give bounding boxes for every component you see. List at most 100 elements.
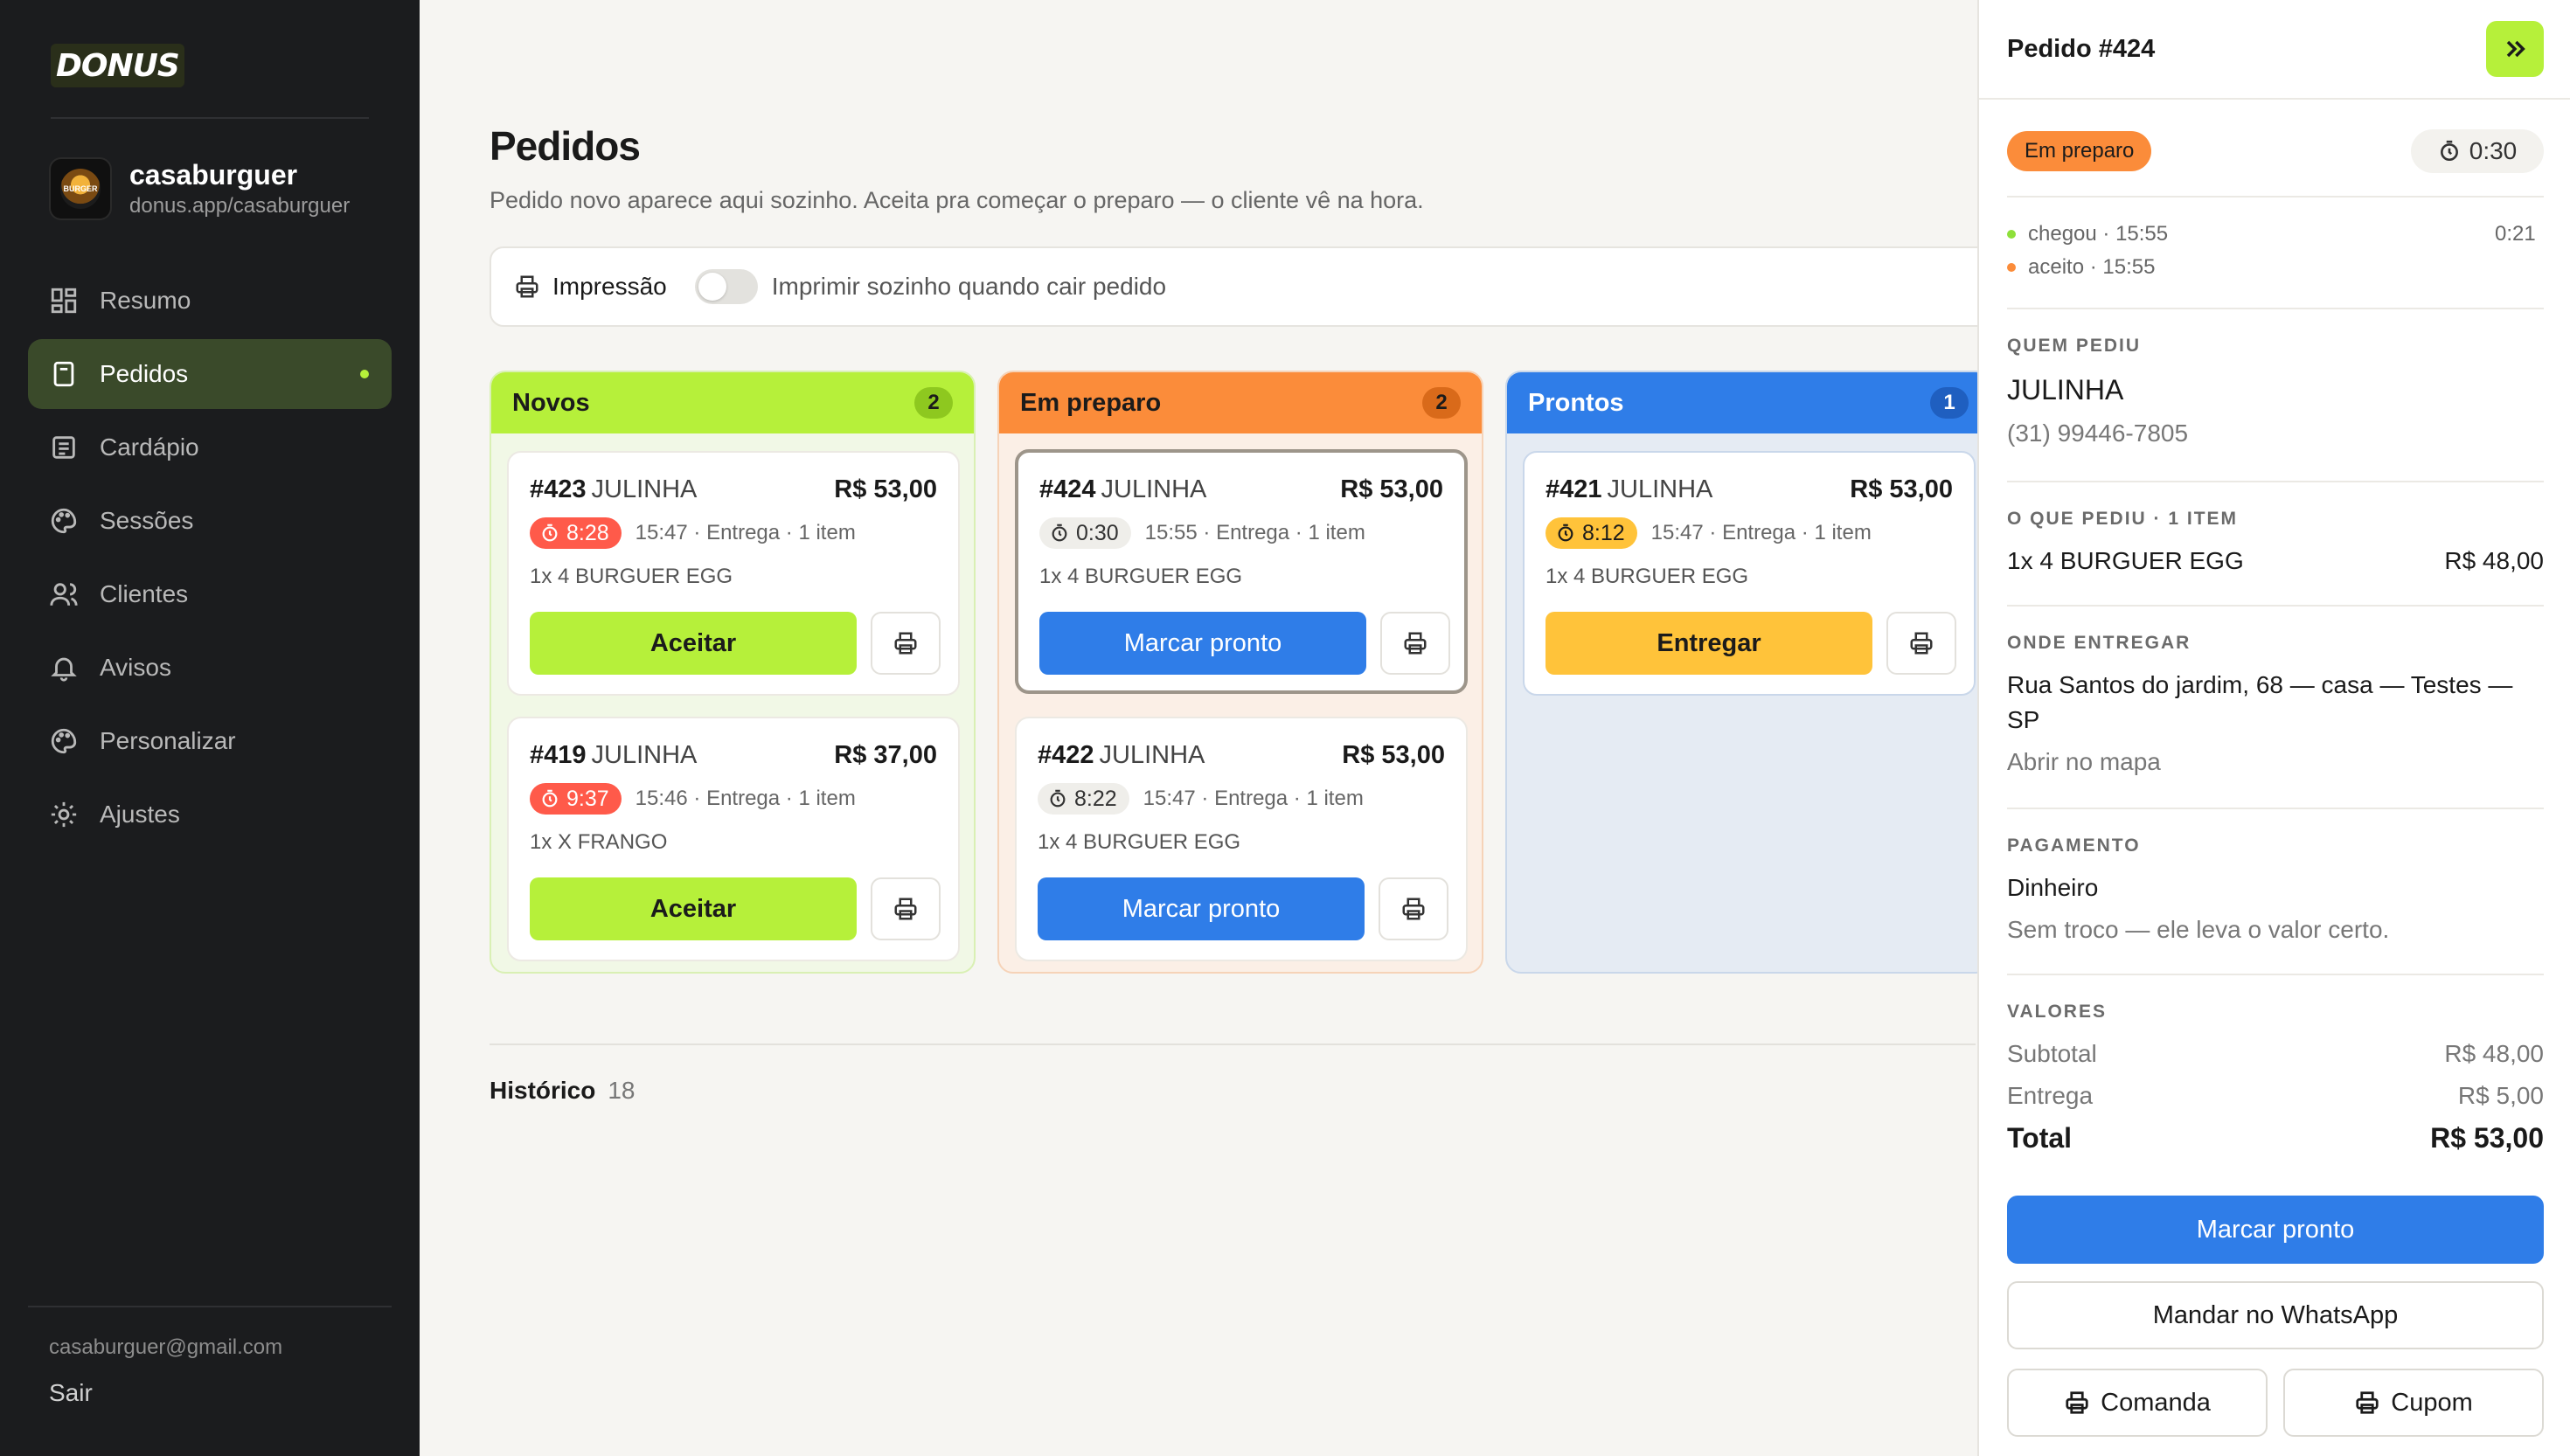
print-label: Impressão xyxy=(552,273,667,300)
column-count-badge: 1 xyxy=(1930,387,1969,419)
timer-icon xyxy=(542,789,558,808)
sidebar-item-label: Clientes xyxy=(100,580,189,607)
order-price: R$ 37,00 xyxy=(834,741,937,769)
chevrons-right-icon xyxy=(2506,40,2525,58)
section-label: ONDE ENTREGAR xyxy=(2007,633,2191,653)
order-card[interactable]: #423 JULINHA R$ 53,00 8:28 15:47 · Entrega … xyxy=(507,451,960,696)
page-title: Pedidos xyxy=(490,123,641,169)
customer-name: JULINHA xyxy=(591,475,698,503)
sidebar-item-pedidos[interactable]: Pedidos xyxy=(28,339,392,409)
printer-icon xyxy=(1402,898,1425,920)
section-divider xyxy=(2007,481,2544,482)
order-number: #422 xyxy=(1038,741,1094,769)
customer-phone[interactable]: (31) 99446-7805 xyxy=(2007,419,2188,447)
order-card[interactable]: #419 JULINHA R$ 37,00 9:37 15:46 · Entrega … xyxy=(507,717,960,961)
accept-button[interactable]: Aceitar xyxy=(530,877,857,940)
section-label: QUEM PEDIU xyxy=(2007,336,2142,356)
order-card[interactable]: #421 JULINHA R$ 53,00 8:12 15:47 · Entrega … xyxy=(1523,451,1976,696)
button-label: Cupom xyxy=(2391,1388,2473,1417)
account-email: casaburguer@gmail.com xyxy=(49,1335,283,1359)
sidebar-item-resumo[interactable]: Resumo xyxy=(28,266,392,336)
dashboard-icon xyxy=(51,288,77,314)
print-order-button[interactable] xyxy=(871,612,941,675)
section-label: O QUE PEDIU · 1 ITEM xyxy=(2007,509,2239,529)
delivery-address-line2: SP xyxy=(2007,706,2040,733)
sidebar-item-ajustes[interactable]: Ajustes xyxy=(28,780,392,849)
column-count-badge: 2 xyxy=(914,387,953,419)
order-time: 15:46 xyxy=(635,787,688,810)
column-em-preparo: Em preparo 2 #424 JULINHA R$ 53,00 0:30 15:… xyxy=(997,371,1483,974)
order-timer: 8:22 xyxy=(1038,783,1129,815)
timer-value: 8:12 xyxy=(1582,520,1625,545)
column-header: Em preparo 2 xyxy=(999,372,1482,433)
order-number: #424 xyxy=(1039,475,1096,503)
collapse-panel-button[interactable] xyxy=(2486,21,2544,77)
sidebar-item-cardapio[interactable]: Cardápio xyxy=(28,413,392,482)
column-novos: Novos 2 #423 JULINHA R$ 53,00 8:28 15:47 · … xyxy=(490,371,976,974)
button-label: Comanda xyxy=(2101,1388,2211,1417)
sidebar-item-label: Sessões xyxy=(100,507,194,534)
sidebar-bottom-divider xyxy=(28,1306,392,1307)
print-order-button[interactable] xyxy=(1380,612,1450,675)
print-order-button[interactable] xyxy=(871,877,941,940)
logo-text: DONUS xyxy=(56,47,180,84)
item-price: R$ 48,00 xyxy=(2444,547,2544,574)
customer-name: JULINHA xyxy=(2007,374,2124,406)
history-toggle[interactable]: Histórico 18 xyxy=(490,1077,636,1105)
order-timer: 0:30 xyxy=(1039,517,1131,549)
mark-ready-button[interactable]: Marcar pronto xyxy=(2007,1196,2544,1264)
history-count: 18 xyxy=(608,1077,636,1104)
timeline-entry: chegou · 15:55 xyxy=(2007,222,2168,246)
open-map-link[interactable]: Abrir no mapa xyxy=(2007,748,2161,776)
receipt-icon xyxy=(53,361,74,387)
timeline-elapsed: 0:21 xyxy=(2495,222,2536,246)
delivery-address-line1: Rua Santos do jardim, 68 — casa — Testes… xyxy=(2007,671,2513,698)
delivery-fee-row: Entrega R$ 5,00 xyxy=(2007,1082,2544,1110)
auto-print-toggle[interactable] xyxy=(694,269,758,304)
print-comanda-button[interactable]: Comanda xyxy=(2007,1369,2268,1437)
accept-button[interactable]: Aceitar xyxy=(530,612,857,675)
avatar-text: BURGER xyxy=(60,169,101,209)
sidebar-item-label: Pedidos xyxy=(100,360,189,387)
order-timer: 8:12 xyxy=(1545,517,1637,549)
mark-ready-button[interactable]: Marcar pronto xyxy=(1038,877,1365,940)
customer-name: JULINHA xyxy=(591,741,698,769)
logout-link[interactable]: Sair xyxy=(49,1379,93,1407)
customer-name: JULINHA xyxy=(1101,475,1207,503)
palette-icon xyxy=(51,728,77,754)
print-cupom-button[interactable]: Cupom xyxy=(2283,1369,2544,1437)
order-number: #423 xyxy=(530,475,587,503)
panel-title: Pedido #424 xyxy=(2007,35,2156,63)
send-whatsapp-button[interactable]: Mandar no WhatsApp xyxy=(2007,1281,2544,1349)
sidebar-item-sessoes[interactable]: Sessões xyxy=(28,486,392,556)
deliver-button[interactable]: Entregar xyxy=(1545,612,1872,675)
sidebar-item-label: Resumo xyxy=(100,287,191,314)
sidebar-item-label: Personalizar xyxy=(100,727,236,754)
order-items: 1x 4 BURGUER EGG xyxy=(530,565,733,588)
sidebar-item-avisos[interactable]: Avisos xyxy=(28,633,392,703)
mark-ready-button[interactable]: Marcar pronto xyxy=(1039,612,1366,675)
section-label: VALORES xyxy=(2007,1002,2107,1022)
users-icon xyxy=(50,583,78,606)
timeline-label: chegou · 15:55 xyxy=(2028,222,2169,246)
printer-icon xyxy=(1910,632,1933,655)
order-time: 15:55 xyxy=(1144,521,1198,544)
delivery-fee-value: R$ 5,00 xyxy=(2457,1082,2544,1109)
printer-icon xyxy=(2356,1391,2379,1414)
order-meta: · Entrega · 1 item xyxy=(693,521,856,544)
timer-icon xyxy=(542,523,558,542)
sidebar-item-clientes[interactable]: Clientes xyxy=(28,559,392,629)
print-order-button[interactable] xyxy=(1379,877,1448,940)
customer-name: JULINHA xyxy=(1607,475,1713,503)
order-card[interactable]: #422 JULINHA R$ 53,00 8:22 15:47 · Entrega … xyxy=(1015,717,1468,961)
order-price: R$ 53,00 xyxy=(1850,475,1953,503)
printer-icon xyxy=(516,275,538,298)
order-card-selected[interactable]: #424 JULINHA R$ 53,00 0:30 15:55 · Entrega … xyxy=(1015,449,1468,694)
store-url: donus.app/casaburguer xyxy=(129,194,351,218)
app-logo[interactable]: DONUS xyxy=(51,44,184,87)
order-timer: 9:37 xyxy=(530,783,622,815)
column-prontos: Prontos 1 #421 JULINHA R$ 53,00 8:12 15:47 … xyxy=(1505,371,1991,974)
sidebar-item-personalizar[interactable]: Personalizar xyxy=(28,706,392,776)
print-order-button[interactable] xyxy=(1886,612,1956,675)
section-divider xyxy=(2007,196,2544,198)
